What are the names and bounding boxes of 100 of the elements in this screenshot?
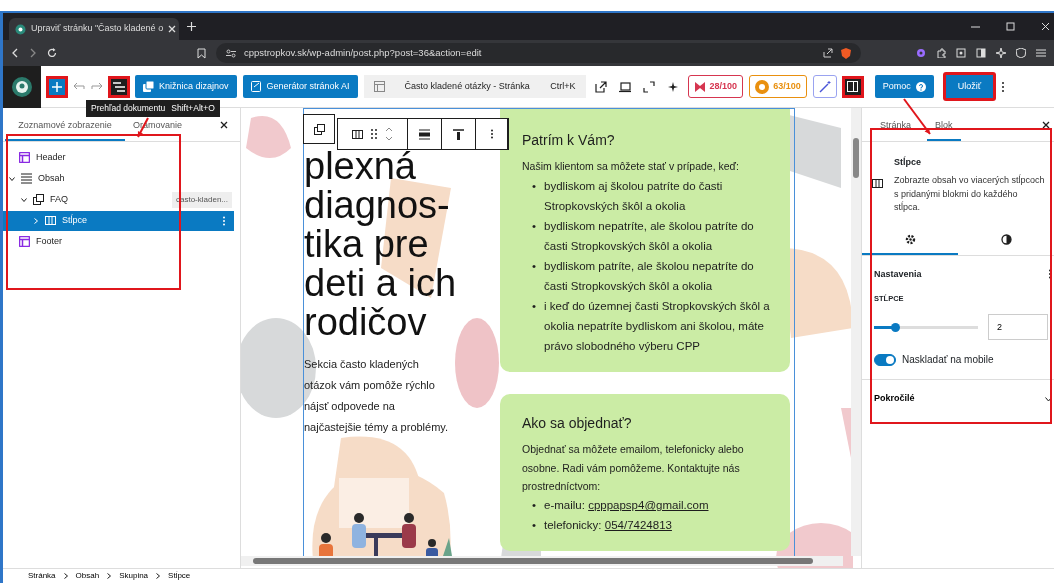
add-block-button[interactable] xyxy=(47,76,67,97)
undo-icon[interactable] xyxy=(73,82,85,91)
toggle-switch[interactable] xyxy=(874,353,896,366)
site-settings-icon xyxy=(226,48,236,58)
close-icon[interactable] xyxy=(1042,121,1050,130)
more-icon[interactable] xyxy=(1048,269,1052,280)
move-icon[interactable] xyxy=(385,127,393,141)
columns-icon xyxy=(872,177,884,190)
link[interactable]: cpppapsp4@gmail.com xyxy=(588,499,709,512)
list-item: e-mailu: xyxy=(544,499,586,512)
document-overview-button[interactable] xyxy=(109,76,129,97)
breadcrumb-link[interactable]: Stĺpce xyxy=(168,570,191,582)
more-icon[interactable] xyxy=(489,129,494,139)
columns-icon[interactable] xyxy=(352,128,363,140)
list-icon xyxy=(113,81,125,92)
breadcrumb-link[interactable]: Stránka xyxy=(28,570,56,582)
align-top-icon[interactable] xyxy=(453,128,464,140)
group-icon xyxy=(313,123,325,135)
sidebar-icon[interactable] xyxy=(976,48,986,58)
close-icon[interactable] xyxy=(220,121,228,130)
screenshot-icon[interactable] xyxy=(956,48,966,58)
generator-icon xyxy=(250,81,262,92)
number-field[interactable]: 2 xyxy=(988,314,1048,341)
laptop-icon[interactable] xyxy=(618,80,631,93)
save-button[interactable]: Uložiť xyxy=(943,73,996,100)
block-description: Zobrazte obsah vo viacerých stĺpcoch s pridanými blokmi do každého stĺpca. xyxy=(894,174,1046,214)
menu-icon[interactable] xyxy=(1036,48,1046,58)
list-item: i keď do územnej časti Stropkovských škôl a okolia nepatríte bydliskom ani školou, máte právo slobodného výberu CPP xyxy=(544,299,770,352)
chevron-down-icon xyxy=(1045,396,1052,402)
list-view-item[interactable]: Obsah xyxy=(3,168,240,189)
bullet-marker: • xyxy=(532,518,537,534)
generator-button[interactable]: Generátor stránok AI xyxy=(242,75,358,98)
template-icon xyxy=(19,236,30,247)
sparkle-icon[interactable] xyxy=(996,48,1006,58)
list-item: telefonicky: xyxy=(544,519,603,532)
card-title: Ako sa objednať? xyxy=(522,413,633,433)
fullscreen-icon[interactable] xyxy=(642,80,655,93)
breadcrumb-link[interactable]: Skupina xyxy=(119,570,149,582)
view-external-icon[interactable] xyxy=(594,80,607,93)
toggle-label: Naskladať na mobile xyxy=(902,353,994,368)
panel-tab[interactable]: Zoznamové zobrazenie xyxy=(5,116,125,141)
parent-block-button[interactable] xyxy=(303,114,335,144)
template-icon xyxy=(19,152,30,163)
chevron-down-icon[interactable] xyxy=(21,196,27,203)
settings-toggle-button[interactable] xyxy=(842,76,863,97)
bullet-marker: • xyxy=(532,218,537,234)
content-icon xyxy=(21,173,32,184)
card-text: Našim klientom sa môžete stať v prípade, keď: xyxy=(522,159,740,175)
horizontal-scrollbar[interactable] xyxy=(241,556,843,566)
library-button[interactable]: Knižnica dizajnov xyxy=(135,75,237,98)
shield-icon[interactable] xyxy=(1016,48,1026,58)
reload-icon[interactable] xyxy=(47,48,57,58)
shield-icon[interactable] xyxy=(841,47,851,59)
vertical-scrollbar[interactable] xyxy=(851,108,861,556)
globe-icon xyxy=(15,23,26,35)
plus-icon xyxy=(52,81,62,92)
score-badge[interactable]: 28/100 xyxy=(687,75,744,98)
browser-tab[interactable]: Upraviť stránku "Často kladené o xyxy=(9,18,179,40)
chevron-down-icon[interactable] xyxy=(9,175,15,182)
chevron-right-icon xyxy=(156,573,161,579)
sidebar-tab[interactable]: Stránka xyxy=(872,116,920,141)
intro-text: Sekcia často kladených otázok vám pomôže rýchlo nájsť odpovede na najčastejšie témy a problémy. xyxy=(304,357,450,435)
logo-icon xyxy=(693,80,706,93)
document-bar[interactable]: Často kladené otázky - Stránka Ctrl+K xyxy=(363,75,586,98)
list-view-item[interactable]: Footer xyxy=(3,231,240,252)
puzzle-icon[interactable] xyxy=(936,48,946,58)
redo-icon[interactable] xyxy=(91,82,103,91)
tooltip: Prehľad dokumentu Shift+Alt+O xyxy=(86,100,220,117)
share-icon[interactable] xyxy=(823,48,833,58)
library-icon xyxy=(143,81,154,92)
new-tab-icon[interactable] xyxy=(187,22,196,31)
sidebar-tab[interactable]: Blok xyxy=(927,116,961,141)
layout-icon xyxy=(373,81,385,92)
bookmark-icon[interactable] xyxy=(197,47,206,59)
back-icon[interactable] xyxy=(11,48,19,58)
more-icon[interactable] xyxy=(1001,80,1006,93)
contrast-icon xyxy=(1000,234,1012,245)
forward-icon[interactable] xyxy=(29,48,37,58)
bullet-marker: • xyxy=(532,298,537,314)
link[interactable]: 054/7424813 xyxy=(604,519,672,532)
slider-thumb[interactable] xyxy=(890,322,900,332)
help-button[interactable]: Pomoc xyxy=(874,75,934,98)
maximize-icon[interactable] xyxy=(1006,22,1015,31)
site-logo[interactable] xyxy=(3,65,41,108)
list-view-item[interactable]: Header xyxy=(3,147,240,168)
bullet-marker: • xyxy=(532,258,537,274)
sidebar-icon xyxy=(847,81,859,92)
bullet-marker: • xyxy=(532,498,537,514)
logo-icon xyxy=(11,75,33,98)
advanced-section-toggle[interactable]: Pokročilé xyxy=(862,379,1054,418)
address-bar[interactable]: cppstropkov.sk/wp-admin/post.php?post=36&action=edit xyxy=(216,43,861,63)
chevron-right-icon[interactable] xyxy=(33,217,39,224)
settings-icon xyxy=(904,234,916,245)
drag-handle-icon[interactable] xyxy=(371,129,377,139)
heading-line: rodičov xyxy=(304,302,428,342)
columns-slider[interactable] xyxy=(874,325,978,329)
card-title: Patrím k Vám? xyxy=(522,131,616,150)
list-view-item[interactable]: Stĺpce xyxy=(3,210,234,231)
breadcrumb-link[interactable]: Obsah xyxy=(75,570,100,582)
align-icon[interactable] xyxy=(419,128,430,140)
